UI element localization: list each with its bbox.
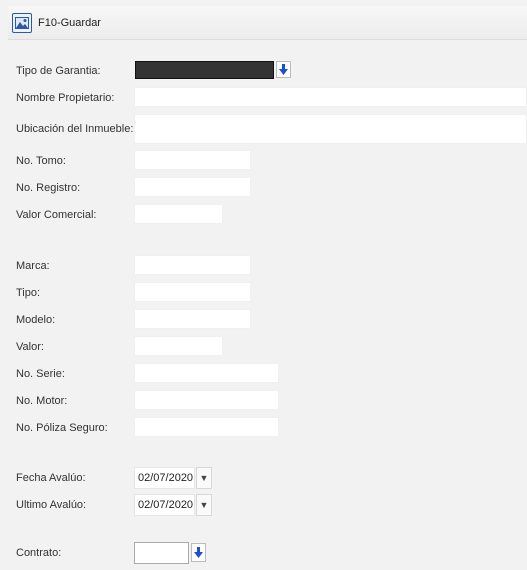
no-motor-input[interactable] xyxy=(134,390,279,410)
label-tipo-garantia: Tipo de Garantia: xyxy=(16,65,101,77)
contrato-input[interactable] xyxy=(134,542,189,564)
valor-comercial-input[interactable] xyxy=(134,204,223,224)
row-valor: Valor: xyxy=(8,336,527,358)
row-ubicacion-inmueble: Ubicación del Inmueble: xyxy=(8,114,527,144)
row-no-serie: No. Serie: xyxy=(8,363,527,385)
tipo-garantia-select[interactable] xyxy=(135,61,274,79)
label-no-tomo: No. Tomo: xyxy=(16,155,66,167)
label-no-registro: No. Registro: xyxy=(16,182,81,194)
arrow-down-icon xyxy=(194,547,203,558)
no-tomo-input[interactable] xyxy=(134,150,251,170)
row-no-poliza: No. Póliza Seguro: xyxy=(8,417,527,439)
label-nombre-propietario: Nombre Propietario: xyxy=(16,92,115,104)
tipo-input[interactable] xyxy=(134,282,251,302)
row-no-motor: No. Motor: xyxy=(8,390,527,412)
fecha-avaluo-input[interactable]: 02/07/2020 xyxy=(134,467,195,489)
ubicacion-inmueble-input[interactable] xyxy=(134,114,527,144)
row-no-tomo: No. Tomo: xyxy=(8,150,527,172)
toolbar: F10-Guardar xyxy=(8,6,527,40)
label-ubicacion-inmueble: Ubicación del Inmueble: xyxy=(16,123,134,135)
row-tipo-garantia: Tipo de Garantia: xyxy=(8,60,527,82)
modelo-input[interactable] xyxy=(134,309,251,329)
row-valor-comercial: Valor Comercial: xyxy=(8,204,527,226)
caret-down-icon: ▼ xyxy=(199,473,209,483)
row-nombre-propietario: Nombre Propietario: xyxy=(8,87,527,109)
row-marca: Marca: xyxy=(8,255,527,277)
label-modelo: Modelo: xyxy=(16,314,56,326)
no-registro-input[interactable] xyxy=(134,177,251,197)
label-valor: Valor: xyxy=(16,341,44,353)
arrow-down-icon xyxy=(279,64,288,75)
fecha-avaluo-dropdown[interactable]: ▼ xyxy=(196,467,212,489)
label-marca: Marca: xyxy=(16,260,50,272)
label-no-motor: No. Motor: xyxy=(16,395,68,407)
ultimo-avaluo-dropdown[interactable]: ▼ xyxy=(196,494,212,516)
save-icon xyxy=(12,13,32,33)
ultimo-avaluo-input[interactable]: 02/07/2020 xyxy=(134,494,195,516)
row-modelo: Modelo: xyxy=(8,309,527,331)
label-no-serie: No. Serie: xyxy=(16,368,65,380)
row-fecha-avaluo: Fecha Avalúo: 02/07/2020 ▼ xyxy=(8,467,527,489)
save-label: F10-Guardar xyxy=(38,17,101,29)
label-ultimo-avaluo: Ultimo Avalúo: xyxy=(16,499,87,511)
row-ultimo-avaluo: Ultimo Avalúo: 02/07/2020 ▼ xyxy=(8,494,527,516)
row-tipo: Tipo: xyxy=(8,282,527,304)
nombre-propietario-input[interactable] xyxy=(134,87,527,107)
no-serie-input[interactable] xyxy=(134,363,279,383)
tipo-garantia-dropdown-button[interactable] xyxy=(276,61,291,78)
label-tipo: Tipo: xyxy=(16,287,41,299)
row-contrato: Contrato: xyxy=(8,542,527,564)
label-fecha-avaluo: Fecha Avalúo: xyxy=(16,472,86,484)
contrato-dropdown-button[interactable] xyxy=(191,543,206,562)
valor-input[interactable] xyxy=(134,336,223,356)
caret-down-icon: ▼ xyxy=(199,500,209,510)
label-valor-comercial: Valor Comercial: xyxy=(16,209,97,221)
label-no-poliza: No. Póliza Seguro: xyxy=(16,422,108,434)
no-poliza-input[interactable] xyxy=(134,417,279,437)
save-button[interactable]: F10-Guardar xyxy=(12,12,101,34)
marca-input[interactable] xyxy=(134,255,251,275)
row-no-registro: No. Registro: xyxy=(8,177,527,199)
label-contrato: Contrato: xyxy=(16,547,62,559)
